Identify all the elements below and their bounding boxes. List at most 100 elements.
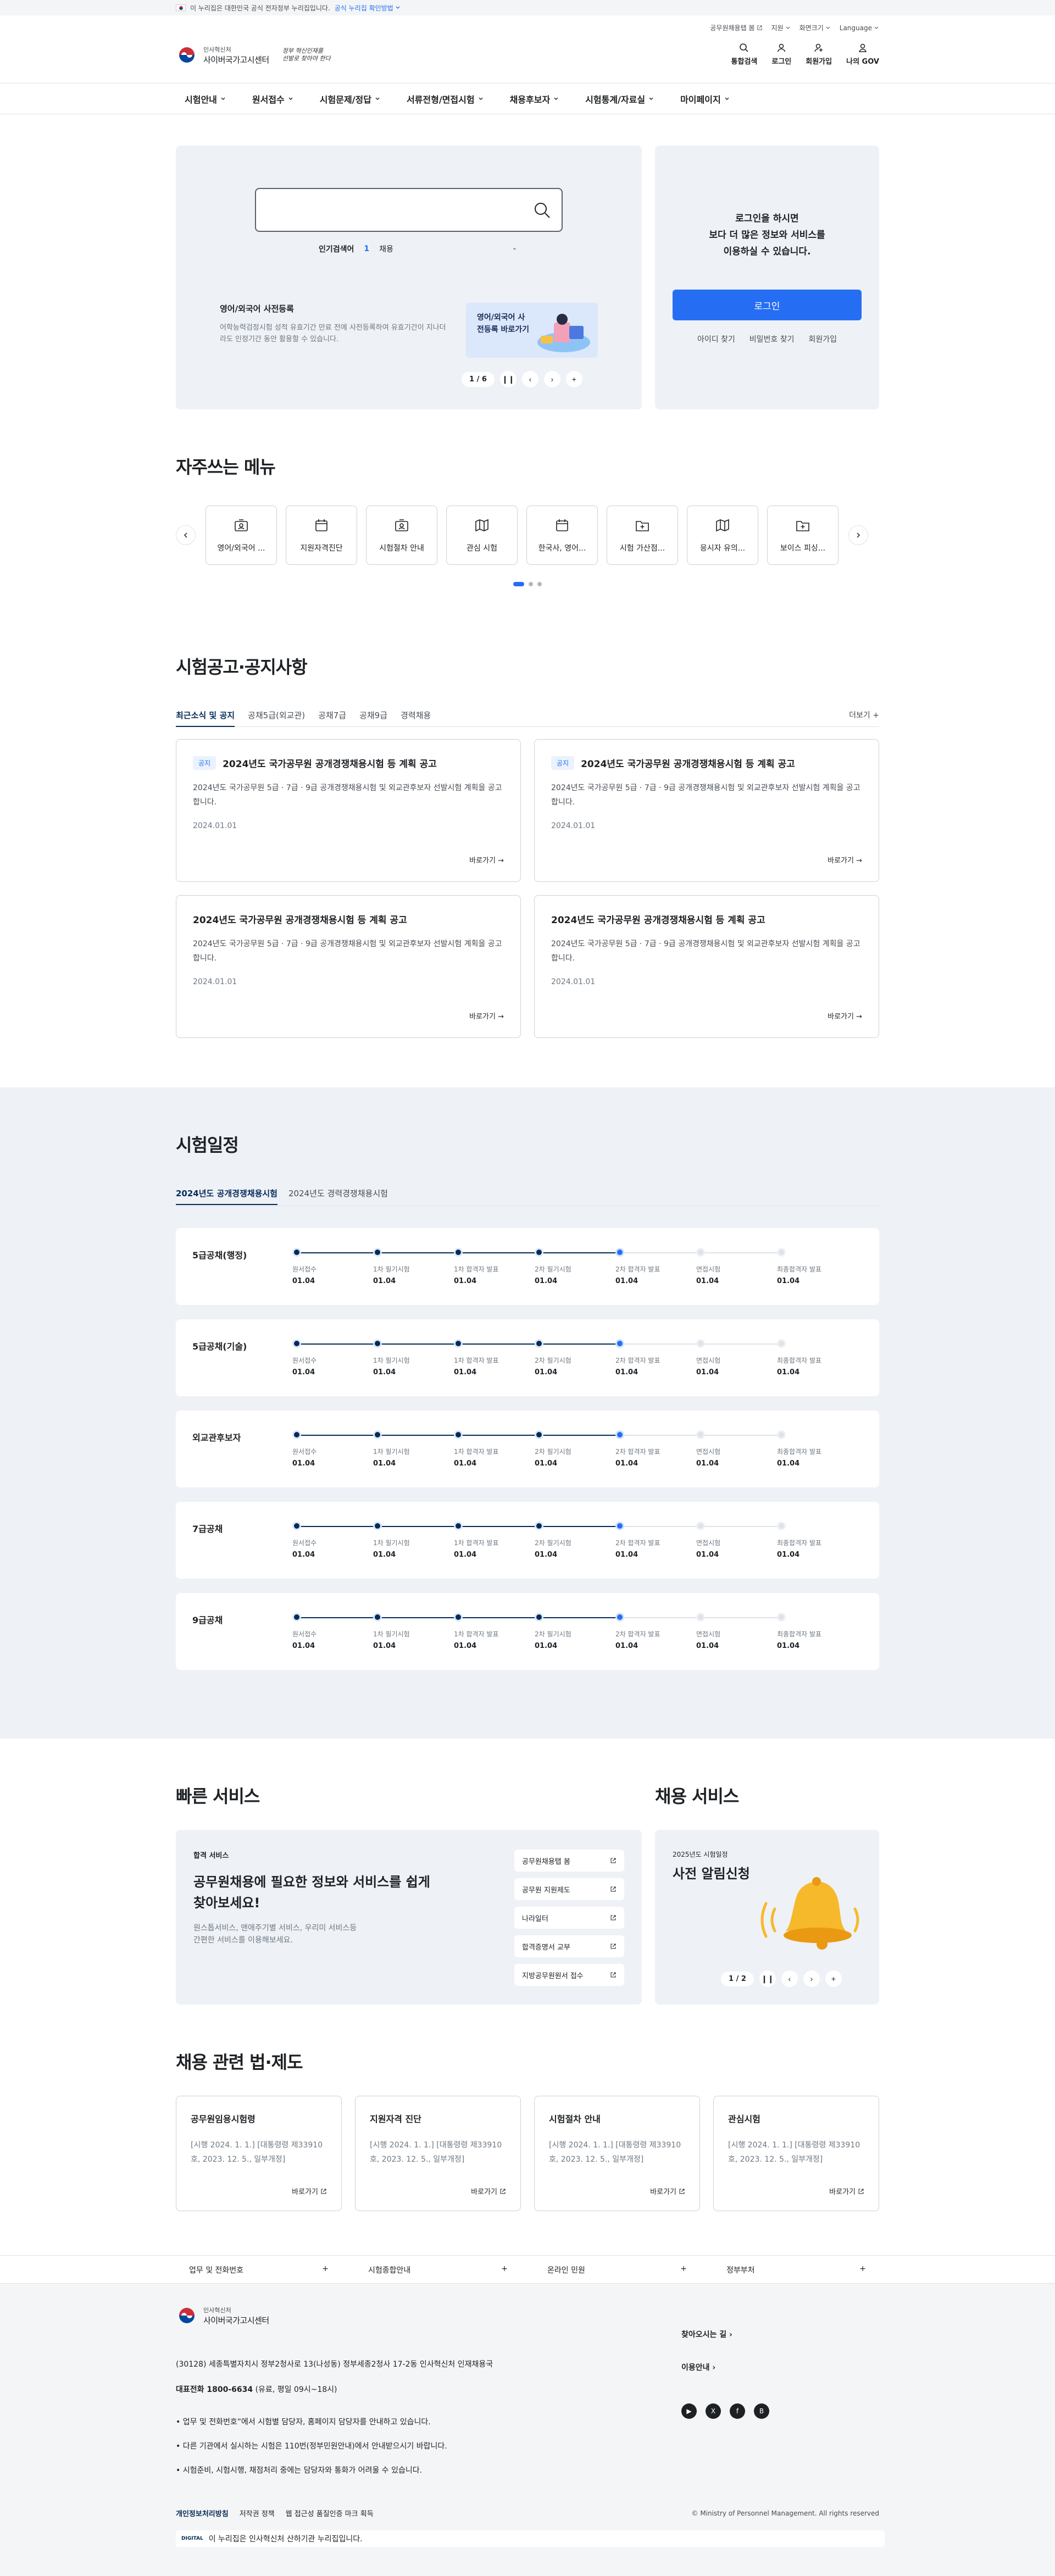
facebook-icon[interactable]: f	[730, 2403, 745, 2419]
login-button[interactable]: 로그인	[771, 43, 791, 66]
law-card[interactable]: 관심시험 [시행 2024. 1. 1.] [대통령령 제33910호, 2023…	[713, 2096, 879, 2211]
search-button[interactable]: 통합검색	[731, 43, 757, 66]
recruit-next-button[interactable]: ›	[803, 1970, 820, 1987]
accessibility-link[interactable]: 웹 접근성 품질인증 마크 획득	[286, 2508, 374, 2518]
hero-next-button[interactable]: ›	[543, 371, 560, 387]
external-link-icon	[610, 1944, 616, 1949]
step-marker	[454, 1248, 463, 1257]
signup-link[interactable]: 회원가입	[809, 334, 837, 345]
step-label: 1차 필기시험	[373, 1448, 410, 1456]
freq-menu-label: 시험절차 안내	[379, 544, 424, 553]
gov-verify-link[interactable]: 공식 누리집 확인방법	[335, 3, 401, 13]
notice-card[interactable]: 공지 2024년도 국가공무원 공개경쟁채용시험 등 계획 공고 2024년도 국가…	[534, 739, 879, 882]
my-gov-button[interactable]: 나의 GOV	[846, 43, 879, 66]
notice-card[interactable]: 2024년도 국가공무원 공개경쟁채용시험 등 계획 공고 2024년도 국가공무…	[176, 895, 521, 1038]
recruit-service-box[interactable]: 2025년도 시험일정 사전 알림신청 1 / 2 ❙❙ ‹ › +	[655, 1830, 879, 2005]
site-footer: 인사혁신처 사이버국가고시센터 (30128) 세종특별자치시 정부2청사로 13…	[0, 2284, 1055, 2576]
schedule-step: 면접시험 01.04	[696, 1522, 773, 1559]
quick-service-item[interactable]: 합격증명서 교부	[514, 1935, 624, 1957]
pagination-dot[interactable]	[537, 582, 542, 586]
freq-menu-item[interactable]: 시험절차 안내	[366, 506, 437, 565]
freq-menu-item[interactable]: 관심 시험	[446, 506, 518, 565]
promo-banner[interactable]: 영어/외국어 사전등록 바로가기	[466, 303, 598, 358]
step-date: 01.04	[454, 1551, 477, 1559]
directions-link[interactable]: 찾아오시는 길 ›	[681, 2329, 769, 2340]
freq-menu-item[interactable]: 응시자 유의...	[687, 506, 758, 565]
section-title: 채용 서비스	[655, 1786, 739, 1807]
util-recruit-bom[interactable]: 공무원채용탭 봄	[710, 23, 762, 32]
quick-service-item[interactable]: 공무원 지원제도	[514, 1878, 624, 1900]
notice-tab-4[interactable]: 경력채용	[401, 709, 431, 727]
bell-icon	[760, 1877, 859, 1950]
hero-prev-button[interactable]: ‹	[521, 371, 538, 387]
util-support[interactable]: 지원	[771, 23, 791, 32]
freq-menu-label: 지원자격진단	[300, 544, 343, 553]
law-card[interactable]: 공무원임용시험령 [시행 2024. 1. 1.] [대통령령 제33910호, …	[176, 2096, 342, 2211]
freq-next-button[interactable]	[848, 525, 868, 545]
quick-service-item[interactable]: 나라일터	[514, 1907, 624, 1929]
quick-service-item[interactable]: 공무원채용탭 봄	[514, 1850, 624, 1872]
freq-menu-item[interactable]: 지원자격진단	[286, 506, 357, 565]
footer-select[interactable]: 온라인 민원 +	[534, 2264, 700, 2275]
youtube-icon[interactable]: ▶	[681, 2403, 697, 2419]
recruit-more-button[interactable]: +	[825, 1970, 842, 1987]
hero-more-button[interactable]: +	[565, 371, 582, 387]
gnb-item-4[interactable]: 채용후보자	[510, 92, 559, 106]
main-search-input[interactable]	[256, 189, 520, 231]
blog-icon[interactable]: B	[754, 2403, 769, 2419]
hero-pause-button[interactable]: ❙❙	[499, 371, 517, 387]
notice-card[interactable]: 공지 2024년도 국가공무원 공개경쟁채용시험 등 계획 공고 2024년도 국가…	[176, 739, 521, 882]
tab-open-recruitment[interactable]: 2024년도 공개경쟁채용시험	[176, 1187, 277, 1205]
law-card[interactable]: 시험절차 안내 [시행 2024. 1. 1.] [대통령령 제33910호, 2…	[534, 2096, 700, 2211]
privacy-policy-link[interactable]: 개인정보처리방침	[176, 2508, 229, 2518]
tab-career-recruitment[interactable]: 2024년도 경력경쟁채용시험	[288, 1187, 388, 1205]
signup-button[interactable]: 회원가입	[806, 43, 832, 66]
usage-guide-link[interactable]: 이용안내 ›	[681, 2362, 769, 2373]
footer-select[interactable]: 정부부처 +	[713, 2264, 879, 2275]
popular-keyword-link[interactable]: 채용	[379, 243, 393, 254]
site-logo[interactable]: 인사혁신처 사이버국가고시센터 정부 혁신인재를 선발로 찾아야 한다	[176, 44, 331, 66]
copyright-policy-link[interactable]: 저작권 정책	[240, 2508, 275, 2518]
notice-tab-0[interactable]: 최근소식 및 공지	[176, 709, 235, 727]
notice-card-date: 2024.01.01	[193, 821, 237, 830]
util-language[interactable]: Language	[840, 24, 879, 32]
login-submit-button[interactable]: 로그인	[673, 290, 862, 320]
freq-menu-item[interactable]: 시험 가산점...	[607, 506, 678, 565]
pagination-dot[interactable]	[529, 582, 533, 586]
recruit-prev-button[interactable]: ‹	[781, 1970, 798, 1987]
notice-tab-2[interactable]: 공채7급	[318, 709, 346, 727]
find-id-link[interactable]: 아이디 찾기	[697, 334, 735, 345]
freq-menu-item[interactable]: 영어/외국어 ...	[206, 506, 277, 565]
quick-desc: 원스톱서비스, 맨애주기별 서비스, 우리미 서비스등 간편한 서비스를 이용해…	[193, 1924, 357, 1945]
track-name: 9급공채	[192, 1615, 223, 1625]
step-date: 01.04	[777, 1642, 800, 1650]
util-font-size[interactable]: 화면크기	[799, 23, 831, 32]
law-card[interactable]: 지원자격 진단 [시행 2024. 1. 1.] [대통령령 제33910호, 2…	[355, 2096, 521, 2211]
notice-tab-3[interactable]: 공채9급	[359, 709, 387, 727]
gnb-item-2[interactable]: 시험문제/정답	[320, 92, 380, 106]
freq-prev-button[interactable]	[176, 525, 196, 545]
steps: 원서접수 01.04 1차 필기시험 01.04 1차 합격자 발표 01.04 2차 필기…	[292, 1522, 821, 1565]
quick-service-item[interactable]: 지방공무원원서 접수	[514, 1964, 624, 1986]
gnb-item-1[interactable]: 원서접수	[252, 92, 293, 106]
find-password-link[interactable]: 비밀번호 찾기	[749, 334, 795, 345]
footer-select[interactable]: 시험종합안내 +	[355, 2264, 521, 2275]
gnb-item-6[interactable]: 마이페이지	[680, 92, 730, 106]
freq-menu-item[interactable]: 한국사, 영어...	[526, 506, 598, 565]
gnb-item-0[interactable]: 시험안내	[185, 92, 226, 106]
notice-tab-1[interactable]: 공채5급(외교관)	[248, 709, 305, 727]
x-icon[interactable]: X	[706, 2403, 721, 2419]
schedule-step: 최종합격자 발표 01.04	[777, 1522, 854, 1559]
hero-pager: 1 / 6	[462, 371, 495, 387]
gnb-item-3[interactable]: 서류전형/면접시험	[407, 92, 484, 106]
gnb-item-5[interactable]: 시험통계/자료실	[585, 92, 654, 106]
step-date: 01.04	[696, 1368, 719, 1376]
pagination-dot-active[interactable]	[513, 582, 524, 586]
header-actions: 통합검색 로그인 회원가입 나의 GOV	[731, 43, 879, 66]
recruit-pause-button[interactable]: ❙❙	[759, 1970, 776, 1987]
footer-select[interactable]: 업무 및 전화번호 +	[176, 2264, 342, 2275]
notice-more-link[interactable]: 더보기 +	[849, 709, 879, 720]
freq-menu-item[interactable]: 보이스 피싱...	[767, 506, 839, 565]
main-search-button[interactable]	[533, 201, 552, 220]
notice-card[interactable]: 2024년도 국가공무원 공개경쟁채용시험 등 계획 공고 2024년도 국가공무…	[534, 895, 879, 1038]
